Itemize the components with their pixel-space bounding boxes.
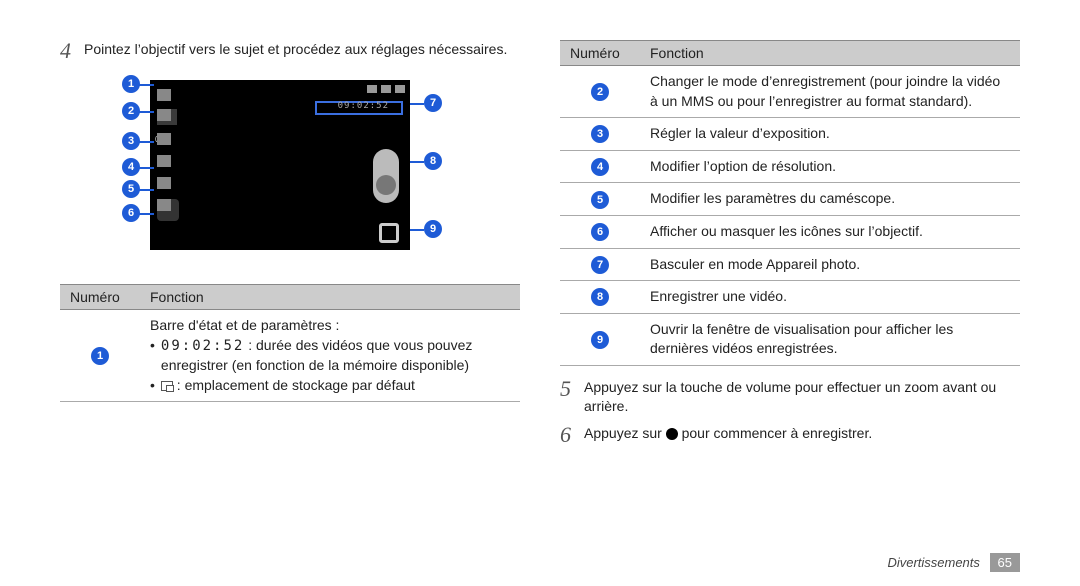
table-row: 9 Ouvrir la fenêtre de visualisation pour… bbox=[560, 313, 1020, 365]
badge-4: 4 bbox=[591, 158, 609, 176]
fn-9: Ouvrir la fenêtre de visualisation pour … bbox=[640, 313, 1020, 365]
fn-1: Barre d'état et de paramètres : 09:02:52… bbox=[140, 310, 520, 402]
camcorder-diagram: 09:02:52 0.0 1 2 3 4 5 6 7 8 9 bbox=[90, 70, 470, 270]
scn-icon bbox=[157, 109, 177, 125]
page-footer: Divertissements 65 bbox=[887, 553, 1020, 572]
fn-6: Afficher ou masquer les icônes sur l’obj… bbox=[640, 215, 1020, 248]
table-row: 8 Enregistrer une vidéo. bbox=[560, 281, 1020, 314]
left-column: 4 Pointez l’objectif vers le sujet et pr… bbox=[60, 40, 520, 454]
step-text-5: Appuyez sur la touche de volume pour eff… bbox=[584, 378, 1020, 416]
exposure-icon bbox=[157, 133, 177, 149]
step-4: 4 Pointez l’objectif vers le sujet et pr… bbox=[60, 40, 520, 62]
step-num-4: 4 bbox=[60, 40, 78, 62]
fn-7: Basculer en mode Appareil photo. bbox=[640, 248, 1020, 281]
badge-9: 9 bbox=[591, 331, 609, 349]
step-num-6: 6 bbox=[560, 424, 578, 446]
col-fonction: Fonction bbox=[140, 285, 520, 310]
fn-8: Enregistrer une vidéo. bbox=[640, 281, 1020, 314]
badge-6: 6 bbox=[591, 223, 609, 241]
badge-3: 3 bbox=[591, 125, 609, 143]
table-header: Numéro Fonction bbox=[60, 285, 520, 310]
fn-1-bullet-storage: : emplacement de stockage par défaut bbox=[150, 376, 510, 396]
right-column: Numéro Fonction 2 Changer le mode d’enreg… bbox=[560, 40, 1020, 454]
page-number: 65 bbox=[990, 553, 1020, 572]
fn-5: Modifier les paramètres du caméscope. bbox=[640, 183, 1020, 216]
table-row: 4 Modifier l’option de résolution. bbox=[560, 150, 1020, 183]
toggle-icons-icon bbox=[157, 199, 179, 221]
table-row: 2 Changer le mode d’enregistrement (pour … bbox=[560, 66, 1020, 118]
fn-1-bullet-time: 09:02:52 : durée des vidéos que vous pou… bbox=[150, 336, 510, 376]
fn-4: Modifier l’option de résolution. bbox=[640, 150, 1020, 183]
fn-2: Changer le mode d’enregistrement (pour j… bbox=[640, 66, 1020, 118]
page-body: 4 Pointez l’objectif vers le sujet et pr… bbox=[0, 0, 1080, 454]
resolution-icon bbox=[157, 155, 177, 171]
step-text-6: Appuyez sur pour commencer à enregistrer… bbox=[584, 424, 1020, 446]
fn-1-storage-desc: : emplacement de stockage par défaut bbox=[173, 377, 415, 393]
legend-table-left: Numéro Fonction 1 Barre d'état et de par… bbox=[60, 284, 520, 402]
settings-gear-icon bbox=[157, 177, 177, 193]
col-numero: Numéro bbox=[60, 285, 140, 310]
rec-time: 09:02:52 bbox=[338, 101, 389, 111]
storage-icon bbox=[161, 381, 173, 391]
table-row: 3 Régler la valeur d’exposition. bbox=[560, 118, 1020, 151]
fn-1-title: Barre d'état et de paramètres : bbox=[150, 316, 510, 336]
step-num-5: 5 bbox=[560, 378, 578, 416]
col-numero: Numéro bbox=[560, 41, 640, 66]
table-row: 7 Basculer en mode Appareil photo. bbox=[560, 248, 1020, 281]
section-name: Divertissements bbox=[887, 555, 979, 570]
fn-3: Régler la valeur d’exposition. bbox=[640, 118, 1020, 151]
legend-table-right: Numéro Fonction 2 Changer le mode d’enreg… bbox=[560, 40, 1020, 366]
callout-8: 8 bbox=[424, 152, 442, 170]
status-bar bbox=[345, 85, 405, 95]
camcorder-screen: 09:02:52 0.0 bbox=[150, 80, 410, 250]
step-6-pre: Appuyez sur bbox=[584, 425, 666, 441]
col-fonction: Fonction bbox=[640, 41, 1020, 66]
step-6: 6 Appuyez sur pour commencer à enregistr… bbox=[560, 424, 1020, 446]
table-row: 5 Modifier les paramètres du caméscope. bbox=[560, 183, 1020, 216]
table-row: 1 Barre d'état et de paramètres : 09:02:… bbox=[60, 310, 520, 402]
callout-7: 7 bbox=[424, 94, 442, 112]
step-5: 5 Appuyez sur la touche de volume pour e… bbox=[560, 378, 1020, 416]
step-text-4: Pointez l’objectif vers le sujet et proc… bbox=[84, 40, 520, 62]
step-6-post: pour commencer à enregistrer. bbox=[678, 425, 873, 441]
fn-1-time: 09:02:52 bbox=[161, 338, 244, 354]
record-slider bbox=[373, 149, 399, 203]
mode-icon bbox=[157, 89, 177, 105]
table-row: 6 Afficher ou masquer les icônes sur l’ob… bbox=[560, 215, 1020, 248]
gallery-thumb-icon bbox=[379, 223, 399, 243]
badge-5: 5 bbox=[591, 191, 609, 209]
callout-9: 9 bbox=[424, 220, 442, 238]
badge-7: 7 bbox=[591, 256, 609, 274]
badge-1: 1 bbox=[91, 347, 109, 365]
badge-2: 2 bbox=[591, 83, 609, 101]
badge-8: 8 bbox=[591, 288, 609, 306]
table-header: Numéro Fonction bbox=[560, 41, 1020, 66]
record-dot-icon bbox=[666, 428, 678, 440]
